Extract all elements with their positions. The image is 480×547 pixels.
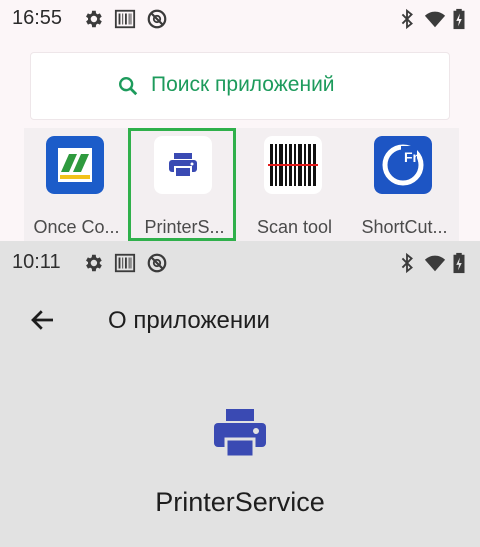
barcode-icon: [114, 9, 136, 29]
app-once-connect[interactable]: Once Co...: [24, 128, 129, 241]
back-arrow-icon[interactable]: [28, 305, 58, 335]
search-icon: [119, 77, 138, 96]
status-bar: 10:11: [0, 244, 480, 280]
status-time: 10:11: [12, 251, 61, 273]
app-scan-tool[interactable]: Scan tool: [242, 128, 347, 241]
app-search-bar[interactable]: Поиск приложений: [30, 52, 450, 120]
app-label: Scan tool: [256, 217, 333, 237]
app-label: Once Co...: [33, 217, 120, 237]
barcode-icon: [114, 253, 136, 273]
settings-icon: [86, 254, 102, 272]
page-title: О приложении: [108, 307, 270, 334]
wifi-icon: [424, 255, 446, 272]
app-name: PrinterService: [155, 487, 325, 517]
battery-charging-icon: [453, 252, 465, 274]
status-bar: 16:55: [0, 0, 480, 36]
search-placeholder: Поиск приложений: [151, 73, 335, 96]
status-time: 16:55: [12, 7, 63, 29]
selected-app-highlight: [128, 128, 236, 241]
battery-charging-icon: [453, 8, 465, 30]
app-shortcut[interactable]: Fn ShortCut...: [352, 128, 457, 241]
shortcut-app-icon: Fn: [374, 136, 432, 194]
app-info-screen: 10:11 О приложении PrinterService: [0, 241, 480, 547]
bluetooth-icon: [401, 252, 413, 274]
no-disturb-icon: [147, 9, 167, 29]
svg-text:Fn: Fn: [404, 149, 421, 165]
settings-icon: [86, 10, 102, 28]
no-disturb-icon: [147, 253, 167, 273]
bluetooth-icon: [401, 8, 413, 30]
once-connect-app-icon: [46, 136, 104, 194]
wifi-icon: [424, 11, 446, 28]
printer-icon: [214, 409, 266, 459]
app-drawer-screen: 16:55 Поиск приложений Once Co... Printe…: [0, 0, 480, 241]
barcode-scanner-app-icon: [264, 136, 322, 194]
app-label: ShortCut...: [361, 217, 448, 237]
app-grid-row: Once Co... PrinterS... Scan tool Fn Shor…: [24, 128, 459, 241]
